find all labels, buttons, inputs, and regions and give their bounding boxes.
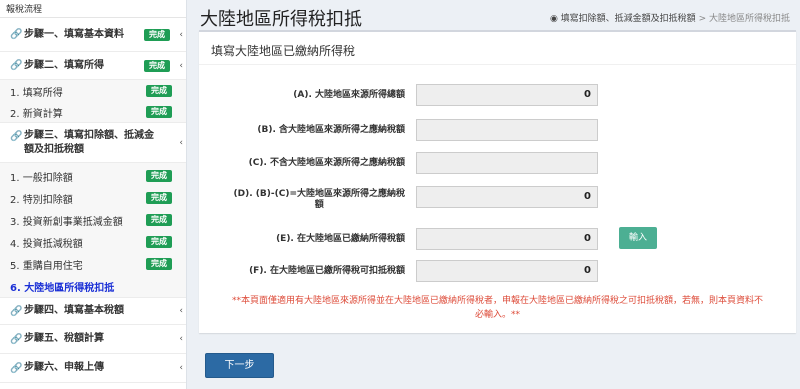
link-icon: 🔗 [10, 362, 23, 374]
breadcrumb-separator: > [698, 14, 707, 24]
form-row-b: (B). 含大陸地區來源所得之應納稅額 [199, 118, 796, 142]
field-label-a: (A). 大陸地區來源所得總額 [293, 89, 405, 100]
chevron-left-icon[interactable]: ‹ [179, 334, 183, 344]
sidebar-step-3[interactable]: 🔗 步驟三、填寫扣除額、抵減金額及扣抵稅額 ‹ [0, 123, 186, 163]
note-text: **本頁面僅適用有大陸地區來源所得並在大陸地區已繳納所得稅者，申報在大陸地區已繳… [211, 294, 784, 322]
link-icon: 🔗 [10, 131, 23, 142]
link-icon: 🔗 [10, 333, 23, 345]
field-f-input[interactable]: 0 [416, 260, 598, 282]
sidebar-step-6[interactable]: 🔗 步驟六、申報上傳 ‹ [0, 354, 186, 383]
field-label-c: (C). 不含大陸地區來源所得之應納稅額 [248, 157, 405, 168]
field-a-input[interactable]: 0 [416, 84, 598, 106]
sidebar-title: 報稅流程 [0, 0, 186, 18]
sidebar-item-label: 5. 重購自用住宅 [10, 260, 83, 272]
breadcrumb: ◉ 填寫扣除額、抵減金額及扣抵稅額 > 大陸地區所得稅扣抵 [550, 11, 790, 24]
next-step-button[interactable]: 下一步 [205, 353, 274, 378]
sidebar-step-6-label: 步驟六、申報上傳 [24, 362, 104, 373]
breadcrumb-link[interactable]: 填寫扣除額、抵減金額及扣抵稅額 [561, 14, 696, 24]
sidebar-item-special-deduction[interactable]: 2. 特別扣除額 完成 [0, 187, 186, 209]
status-badge: 完成 [146, 192, 172, 204]
status-badge: 完成 [146, 236, 172, 248]
sidebar-item-salary-calc[interactable]: 2. 新資計算 完成 [0, 102, 186, 122]
input-button[interactable]: 輸入 [619, 227, 657, 249]
status-badge: 完成 [146, 106, 172, 118]
sidebar-step-1-label: 步驟一、填寫基本資料 [24, 28, 124, 40]
form-row-a: (A). 大陸地區來源所得總額 0 [199, 83, 796, 107]
breadcrumb-current: 大陸地區所得稅扣抵 [708, 14, 790, 24]
main-content: 大陸地區所得稅扣抵 ◉ 填寫扣除額、抵減金額及扣抵稅額 > 大陸地區所得稅扣抵 … [188, 0, 800, 389]
status-badge: 完成 [146, 85, 172, 97]
form-row-e: (E). 在大陸地區已繳納所得稅額 0 輸入 [199, 227, 796, 251]
sidebar-item-label: 2. 新資計算 [10, 108, 63, 120]
panel-heading: 填寫大陸地區已繳納所得稅 [199, 32, 796, 65]
link-icon: 🔗 [10, 60, 23, 71]
sidebar-step-3-label: 步驟三、填寫扣除額、抵減金額及扣抵稅額 [24, 129, 154, 155]
field-c-input[interactable] [416, 152, 598, 174]
status-badge: 完成 [144, 28, 170, 41]
sidebar-item-repurchase-residence[interactable]: 5. 重購自用住宅 完成 [0, 253, 186, 275]
note-line-2: 必輸入。** [474, 310, 520, 320]
status-badge: 完成 [146, 214, 172, 226]
sidebar-step-1[interactable]: 🔗 步驟一、填寫基本資料 完成 ‹ [0, 18, 186, 52]
page-title: 大陸地區所得稅扣抵 [200, 9, 362, 30]
chevron-left-icon[interactable]: ‹ [179, 61, 183, 71]
sidebar: 報稅流程 🔗 步驟一、填寫基本資料 完成 ‹ 🔗 步驟二、填寫所得 完成 ‹ 1… [0, 0, 187, 389]
field-label-d-line1: (D). (B)-(C)=大陸地區來源所得之應納稅 [233, 189, 405, 199]
sidebar-step-2[interactable]: 🔗 步驟二、填寫所得 完成 ‹ [0, 52, 186, 80]
sidebar-item-startup-investment[interactable]: 3. 投資新創事業抵減金額 完成 [0, 209, 186, 231]
sidebar-step-4-label: 步驟四、填寫基本稅額 [24, 305, 124, 316]
note-line-1: **本頁面僅適用有大陸地區來源所得並在大陸地區已繳納所得稅者，申報在大陸地區已繳… [231, 296, 763, 306]
status-badge: 完成 [146, 258, 172, 270]
field-label-f: (F). 在大陸地區已繳所得稅可扣抵稅額 [249, 265, 405, 276]
sidebar-item-mainland-tax-credit[interactable]: 6. 大陸地區所得稅扣抵 [0, 275, 186, 297]
dashboard-icon: ◉ [549, 14, 558, 24]
form-panel: 填寫大陸地區已繳納所得稅 (A). 大陸地區來源所得總額 0 (B). 含大陸地… [199, 30, 796, 333]
sidebar-step-2-label: 步驟二、填寫所得 [24, 59, 104, 71]
sidebar-step-3-subitems: 1. 一般扣除額 完成 2. 特別扣除額 完成 3. 投資新創事業抵減金額 完成… [0, 163, 186, 298]
sidebar-step-2-subitems: 1. 填寫所得 完成 2. 新資計算 完成 [0, 80, 186, 123]
sidebar-step-4[interactable]: 🔗 步驟四、填寫基本稅額 ‹ [0, 298, 186, 325]
link-icon: 🔗 [10, 305, 23, 317]
chevron-left-icon[interactable]: ‹ [179, 138, 183, 148]
sidebar-item-label: 3. 投資新創事業抵減金額 [10, 216, 123, 228]
status-badge: 完成 [144, 59, 170, 72]
field-label-e: (E). 在大陸地區已繳納所得稅額 [276, 233, 405, 244]
sidebar-step-5[interactable]: 🔗 步驟五、稅額計算 ‹ [0, 325, 186, 354]
sidebar-item-general-deduction[interactable]: 1. 一般扣除額 完成 [0, 165, 186, 187]
status-badge: 完成 [146, 170, 172, 182]
form-row-c: (C). 不含大陸地區來源所得之應納稅額 [199, 151, 796, 175]
chevron-left-icon[interactable]: ‹ [179, 363, 183, 373]
form-row-d: (D). (B)-(C)=大陸地區來源所得之應納稅 額 0 [199, 185, 796, 215]
sidebar-item-fill-income[interactable]: 1. 填寫所得 完成 [0, 80, 186, 102]
field-label-b: (B). 含大陸地區來源所得之應納稅額 [257, 124, 405, 135]
field-b-input[interactable] [416, 119, 598, 141]
form-row-f: (F). 在大陸地區已繳所得稅可扣抵稅額 0 [199, 259, 796, 283]
sidebar-item-label: 6. 大陸地區所得稅扣抵 [10, 282, 115, 294]
sidebar-item-investment-tax-credit[interactable]: 4. 投資抵減稅額 完成 [0, 231, 186, 253]
chevron-left-icon[interactable]: ‹ [179, 306, 183, 316]
field-d-input[interactable]: 0 [416, 186, 598, 208]
field-e-input[interactable]: 0 [416, 228, 598, 250]
sidebar-item-label: 2. 特別扣除額 [10, 194, 73, 206]
field-label-d: (D). (B)-(C)=大陸地區來源所得之應納稅 額 [234, 185, 405, 215]
sidebar-item-label: 1. 填寫所得 [10, 87, 63, 99]
link-icon: 🔗 [10, 29, 23, 40]
field-label-d-line2: 額 [314, 200, 324, 210]
sidebar-item-label: 4. 投資抵減稅額 [10, 238, 83, 250]
chevron-left-icon[interactable]: ‹ [179, 30, 183, 40]
sidebar-item-label: 1. 一般扣除額 [10, 172, 73, 184]
sidebar-step-5-label: 步驟五、稅額計算 [24, 333, 104, 344]
